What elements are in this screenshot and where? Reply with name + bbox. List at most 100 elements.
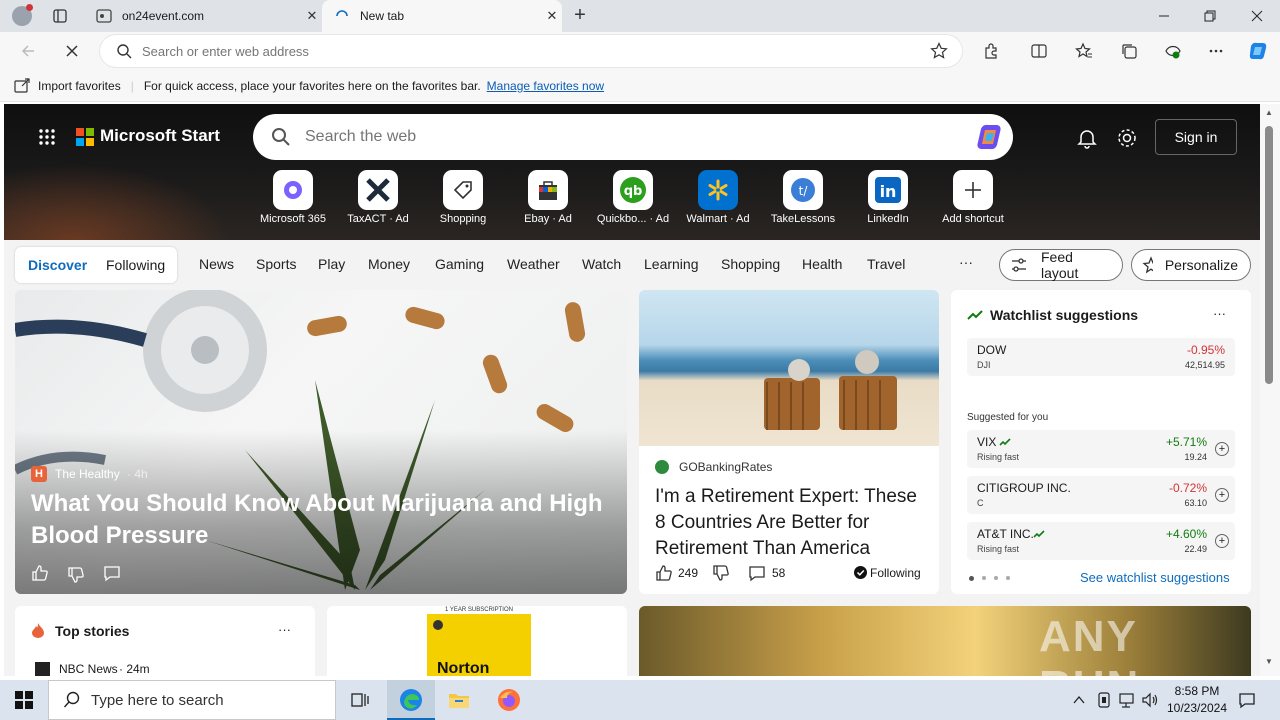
following-status[interactable]: Following <box>870 566 921 580</box>
back-arrow-icon[interactable] <box>17 40 39 62</box>
windows-start-icon[interactable] <box>15 691 33 709</box>
carousel-dots[interactable] <box>969 576 1010 581</box>
nav-weather[interactable]: Weather <box>507 256 560 272</box>
copilot-icon[interactable] <box>973 121 1005 153</box>
network-icon[interactable] <box>1118 691 1136 709</box>
stop-loading-icon[interactable] <box>61 40 83 62</box>
thumbs-up-icon[interactable] <box>655 564 673 582</box>
show-hidden-icons-icon[interactable] <box>1072 693 1086 707</box>
close-window-icon[interactable] <box>1249 8 1265 24</box>
notification-center-icon[interactable] <box>1238 691 1256 709</box>
web-search-box[interactable] <box>253 114 1013 160</box>
scroll-up-icon[interactable]: ▲ <box>1265 108 1273 117</box>
collections-icon[interactable] <box>1118 40 1140 62</box>
comment-icon[interactable] <box>103 564 121 582</box>
add-to-watchlist-icon[interactable]: + <box>1215 442 1229 456</box>
new-tab-plus-icon[interactable]: + <box>570 5 590 25</box>
sign-in-button[interactable]: Sign in <box>1155 119 1237 155</box>
restore-icon[interactable] <box>1202 8 1218 24</box>
personalize-button[interactable]: Personalize <box>1131 249 1251 281</box>
nav-learning[interactable]: Learning <box>644 256 699 272</box>
nav-sports[interactable]: Sports <box>256 256 296 272</box>
thumbs-down-icon[interactable] <box>67 566 85 584</box>
norton-ad-card[interactable]: 1 YEAR SUBSCRIPTION Norton <box>327 606 627 676</box>
watch-row-vix[interactable]: VIX Rising fast +5.71% 19.24 + <box>967 430 1235 468</box>
web-search-input[interactable] <box>305 128 973 146</box>
taskbar-edge-button[interactable] <box>387 680 435 720</box>
firefox-icon[interactable] <box>497 688 521 712</box>
browser-essentials-icon[interactable] <box>1162 40 1184 62</box>
scroll-down-icon[interactable]: ▼ <box>1265 657 1273 666</box>
split-screen-icon[interactable] <box>1028 40 1050 62</box>
nav-gaming[interactable]: Gaming <box>435 256 484 272</box>
address-input[interactable] <box>142 43 930 59</box>
nav-watch[interactable]: Watch <box>582 256 621 272</box>
featured-headline[interactable]: What You Should Know About Marijuana and… <box>31 488 611 552</box>
tab-actions-icon[interactable] <box>52 8 68 24</box>
watch-row-citigroup[interactable]: CITIGROUP INC. C -0.72% 63.10 + <box>967 476 1235 514</box>
ticker-price: 63.10 <box>1184 498 1207 508</box>
nav-travel[interactable]: Travel <box>867 256 905 272</box>
copilot-icon[interactable] <box>1246 39 1270 63</box>
shortcut-linkedin[interactable]: in LinkedIn <box>846 170 930 225</box>
nav-shopping[interactable]: Shopping <box>721 256 780 272</box>
profile-avatar-icon[interactable] <box>12 4 33 26</box>
close-tab-icon[interactable]: ✕ <box>542 8 562 24</box>
nav-news[interactable]: News <box>199 256 234 272</box>
shortcut-add[interactable]: Add shortcut <box>931 170 1015 225</box>
shortcut-microsoft-365[interactable]: Microsoft 365 <box>251 170 335 225</box>
see-watchlist-link[interactable]: See watchlist suggestions <box>1080 570 1230 585</box>
thumbs-down-icon[interactable] <box>712 564 730 582</box>
add-to-watchlist-icon[interactable]: + <box>1215 534 1229 548</box>
favorite-star-icon[interactable] <box>930 42 948 60</box>
address-bar[interactable] <box>100 35 962 67</box>
tab-new-tab[interactable]: New tab ✕ <box>322 0 562 32</box>
watch-row-dow[interactable]: DOW DJI -0.95% 42,514.95 <box>967 338 1235 376</box>
thumbs-up-icon[interactable] <box>31 564 49 582</box>
minimize-icon[interactable] <box>1156 8 1172 24</box>
nav-money[interactable]: Money <box>368 256 410 272</box>
retirement-headline[interactable]: I'm a Retirement Expert: These 8 Countri… <box>655 484 927 562</box>
settings-more-icon[interactable] <box>1205 40 1227 62</box>
microsoft-start-logo[interactable]: Microsoft Start <box>100 126 220 146</box>
add-to-watchlist-icon[interactable]: + <box>1215 488 1229 502</box>
tab-label: New tab <box>360 9 405 23</box>
volume-icon[interactable] <box>1141 691 1159 709</box>
tab-discover[interactable]: Discover <box>28 257 87 273</box>
shortcut-walmart[interactable]: Walmart · Ad <box>676 170 760 225</box>
extensions-icon[interactable] <box>980 40 1002 62</box>
nav-play[interactable]: Play <box>318 256 345 272</box>
favorites-icon[interactable] <box>1073 40 1095 62</box>
shortcut-shopping[interactable]: Shopping <box>421 170 505 225</box>
taskbar-search-box[interactable]: Type here to search <box>48 680 336 720</box>
tab-on24event[interactable]: on24event.com ✕ <box>86 0 322 32</box>
nav-more-button[interactable]: ··· <box>959 254 973 270</box>
page-scrollbar[interactable]: ▲ ▼ <box>1260 104 1280 676</box>
comment-icon[interactable] <box>748 564 766 582</box>
featured-article-card[interactable]: H The Healthy · 4h What You Should Know … <box>15 290 627 594</box>
close-tab-icon[interactable]: ✕ <box>302 8 322 24</box>
app-launcher-icon[interactable] <box>38 128 56 146</box>
shortcut-quickbooks[interactable]: qb Quickbo... · Ad <box>591 170 675 225</box>
manage-favorites-link[interactable]: Manage favorites now <box>487 79 604 93</box>
nav-health[interactable]: Health <box>802 256 842 272</box>
feed-layout-button[interactable]: Feed layout <box>999 249 1123 281</box>
scrollbar-thumb[interactable] <box>1265 126 1273 384</box>
notifications-bell-icon[interactable] <box>1076 127 1098 149</box>
device-tray-icon[interactable] <box>1096 691 1112 709</box>
system-clock[interactable]: 8:58 PM 10/23/2024 <box>1160 683 1234 717</box>
watchlist-more-button[interactable]: ··· <box>1213 306 1226 321</box>
shortcut-ebay[interactable]: Ebay · Ad <box>506 170 590 225</box>
watch-row-att[interactable]: AT&T INC. Rising fast +4.60% 22.49 + <box>967 522 1235 560</box>
top-stories-more-button[interactable]: ··· <box>278 622 291 637</box>
shortcut-takelessons[interactable]: t/ TakeLessons <box>761 170 845 225</box>
shortcut-taxact[interactable]: TaxACT · Ad <box>336 170 420 225</box>
tab-following[interactable]: Following <box>106 257 165 273</box>
svg-text:in: in <box>880 182 897 201</box>
settings-gear-icon[interactable] <box>1116 127 1138 149</box>
retirement-article-card[interactable]: GOBankingRates I'm a Retirement Expert: … <box>639 290 939 594</box>
import-favorites-button[interactable]: Import favorites <box>38 79 121 93</box>
forest-article-card[interactable]: ANY RUN <box>639 606 1251 676</box>
file-explorer-icon[interactable] <box>447 688 471 712</box>
task-view-icon[interactable] <box>350 690 370 710</box>
